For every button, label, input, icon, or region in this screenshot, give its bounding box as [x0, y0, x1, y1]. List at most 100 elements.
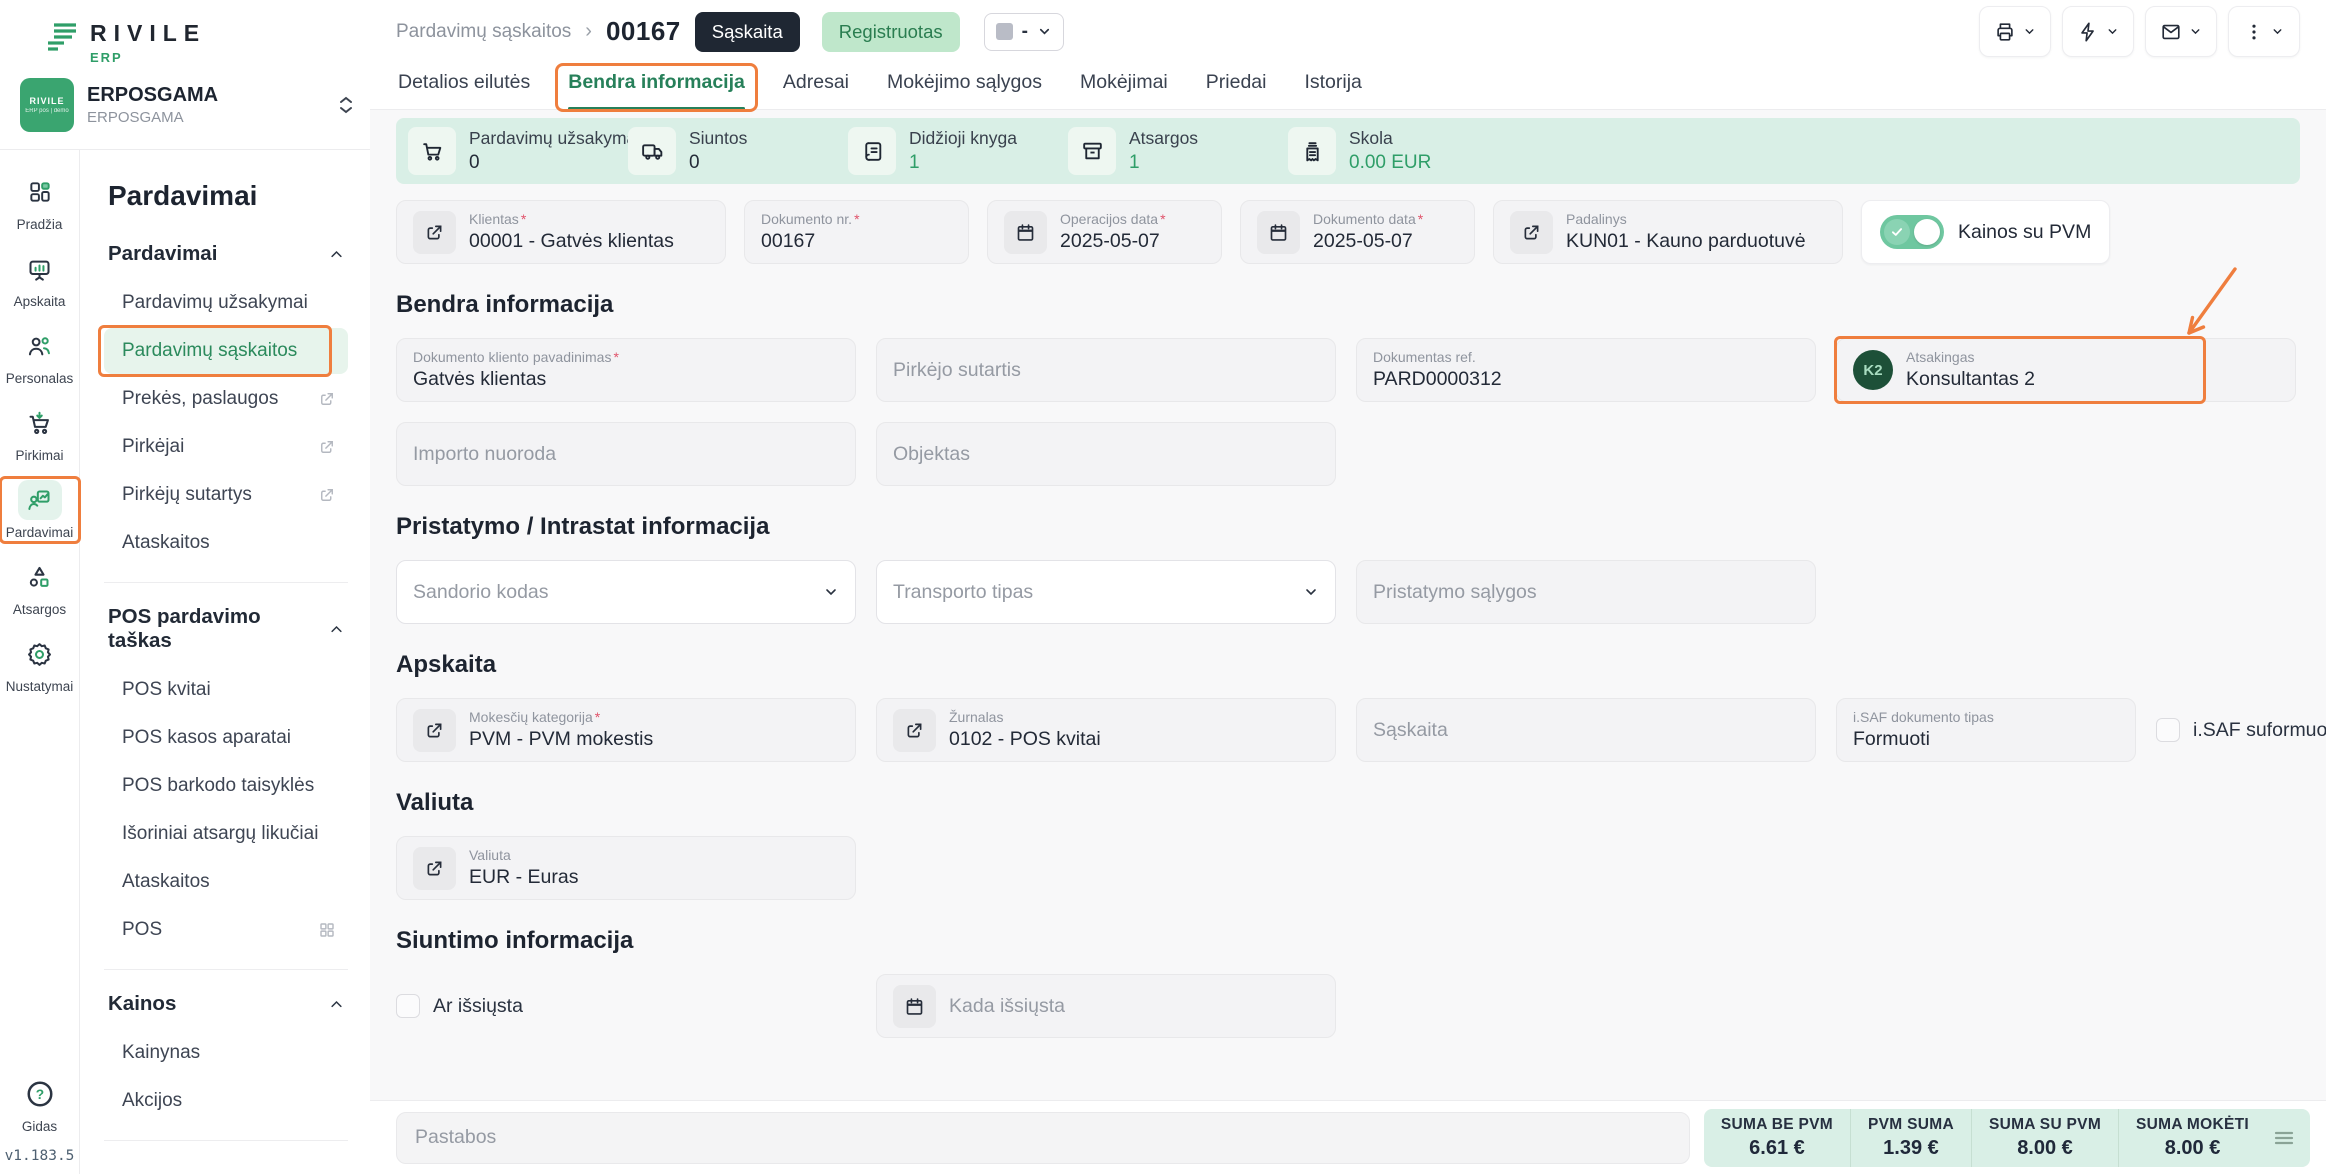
- transporto-tipas-select[interactable]: Transporto tipas: [876, 560, 1336, 624]
- stat-shipments[interactable]: Siuntos0: [628, 127, 848, 175]
- sidebar-item[interactable]: Pirkėjų sutartys: [104, 472, 348, 518]
- klientas-field[interactable]: Klientas*00001 - Gatvės klientas: [396, 200, 726, 264]
- chevron-down-icon: [2106, 25, 2119, 38]
- actions-button[interactable]: [2062, 6, 2134, 57]
- quick-fields-row: Klientas*00001 - Gatvės klientas Dokumen…: [396, 200, 2300, 264]
- group-divider: [104, 1140, 348, 1141]
- people-icon: [18, 326, 62, 366]
- sidebar-group-header[interactable]: POS pardavimo taškas: [108, 605, 344, 653]
- brand-product: ERP: [90, 50, 206, 65]
- sidebar-item[interactable]: Akcijos: [104, 1078, 348, 1124]
- objektas-field[interactable]: Objektas: [876, 422, 1336, 486]
- sidebar-item[interactable]: Pirkėjai: [104, 424, 348, 470]
- sidebar-group: Kainos Kainynas: [104, 992, 348, 1141]
- saskaita-field[interactable]: Sąskaita: [1356, 698, 1816, 762]
- sidebar-item[interactable]: Išoriniai atsargų likučiai: [104, 811, 348, 857]
- mokesciu-kategorija-field[interactable]: Mokesčių kategorija*PVM - PVM mokestis: [396, 698, 856, 762]
- stat-inventory[interactable]: Atsargos1: [1068, 127, 1288, 175]
- chevron-updown-icon: [338, 95, 354, 115]
- zurnalas-field[interactable]: Žurnalas0102 - POS kvitai: [876, 698, 1336, 762]
- send-email-button[interactable]: [2145, 6, 2217, 57]
- rail-item-nustatymai[interactable]: Nustatymai: [4, 634, 76, 694]
- tag-select[interactable]: -: [984, 13, 1064, 51]
- valiuta-field[interactable]: ValiutaEUR - Euras: [396, 836, 856, 900]
- rail-item-atsargos[interactable]: Atsargos: [4, 557, 76, 617]
- operacijos-data-field[interactable]: Operacijos data*2025-05-07: [987, 200, 1222, 264]
- toolbar: [1979, 6, 2300, 57]
- dokumento-nr-field[interactable]: Dokumento nr.*00167: [744, 200, 969, 264]
- tab[interactable]: Adresai: [783, 63, 849, 109]
- workspace-selector[interactable]: RIVILE ERP pos | demo ERPOSGAMA ERPOSGAM…: [20, 78, 354, 132]
- sidebar-item[interactable]: POS: [104, 907, 348, 953]
- kebab-icon: [2244, 22, 2264, 42]
- ar-issiusta-checkbox[interactable]: Ar išsiųsta: [396, 994, 856, 1018]
- sidebar-item[interactable]: Ataskaitos: [104, 520, 348, 566]
- sidebar-item[interactable]: Pardavimų užsakymai: [104, 280, 348, 326]
- isaf-suformuotas-checkbox[interactable]: i.SAF suformuotas: [2156, 718, 2326, 742]
- totals-menu-icon[interactable]: [2266, 1109, 2302, 1167]
- rail-item-apskaita[interactable]: Apskaita: [4, 249, 76, 309]
- rail-item-personalas[interactable]: Personalas: [4, 326, 76, 386]
- gear-icon: [18, 634, 62, 674]
- tab[interactable]: Detalios eilutės: [398, 63, 530, 109]
- kada-issiusta-field[interactable]: Kada išsiųsta: [876, 974, 1336, 1038]
- dokumento-data-field[interactable]: Dokumento data*2025-05-07: [1240, 200, 1475, 264]
- chevron-up-icon: [329, 622, 344, 637]
- board-chart-icon: [18, 249, 62, 289]
- stat-general-ledger[interactable]: Didžioji knyga1: [848, 127, 1068, 175]
- sidebar-groups: Pardavimai Pardavimų užsakymai: [104, 242, 348, 1141]
- rail-item-pirkimai[interactable]: Pirkimai: [4, 403, 76, 463]
- pristatymo-salygos-field[interactable]: Pristatymo sąlygos: [1356, 560, 1816, 624]
- external-link-icon: [413, 709, 456, 752]
- tab[interactable]: Priedai: [1206, 63, 1267, 109]
- document-type-badge: Sąskaita: [695, 12, 800, 52]
- section-pristatymo: Pristatymo / Intrastat informacija Sando…: [396, 513, 2300, 624]
- kainos-su-pvm-toggle[interactable]: Kainos su PVM: [1861, 200, 2110, 264]
- total-cell: SUMA BE PVM 6.61 €: [1704, 1109, 1851, 1167]
- dokumentas-ref-field[interactable]: Dokumentas ref.PARD0000312: [1356, 338, 1816, 402]
- rail-item-pardavimai[interactable]: Pardavimai: [4, 480, 76, 540]
- main-area: Pardavimų sąskaitos › 00167 Sąskaita Reg…: [370, 0, 2326, 1174]
- apps-grid-icon: [318, 921, 336, 939]
- breadcrumb[interactable]: Pardavimų sąskaitos: [396, 21, 571, 43]
- sidebar-item[interactable]: POS barkodo taisyklės: [104, 763, 348, 809]
- tab[interactable]: Bendra informacija: [568, 63, 745, 109]
- isaf-dokumento-tipas-field[interactable]: i.SAF dokumento tipasFormuoti: [1836, 698, 2136, 762]
- sidebar-item[interactable]: Pardavimų sąskaitos: [104, 328, 348, 374]
- sidebar-group-header[interactable]: Pardavimai: [108, 242, 344, 266]
- tab[interactable]: Mokėjimai: [1080, 63, 1168, 109]
- group-divider: [104, 582, 348, 583]
- brand-area: RIVILE ERP RIVILE ERP pos | demo ERPOSGA…: [0, 0, 370, 150]
- tab[interactable]: Mokėjimo sąlygos: [887, 63, 1042, 109]
- guide-button[interactable]: ? Gidas: [4, 1074, 76, 1134]
- section-valiuta: Valiuta ValiutaEUR - Euras: [396, 789, 2300, 900]
- stat-sales-orders[interactable]: Pardavimų užsakymai0: [408, 127, 628, 175]
- tab[interactable]: Istorija: [1304, 63, 1361, 109]
- rail-item-pradzia[interactable]: Pradžia: [4, 172, 76, 232]
- sidebar-group-header[interactable]: Kainos: [108, 992, 344, 1016]
- atsakingas-field[interactable]: K2 AtsakingasKonsultantas 2: [1836, 338, 2296, 402]
- app-version: v1.183.5: [5, 1148, 75, 1164]
- more-actions-button[interactable]: [2228, 6, 2300, 57]
- external-link-icon: [318, 438, 336, 456]
- external-link-icon: [413, 211, 456, 254]
- dokumento-kliento-pavadinimas-field[interactable]: Dokumento kliento pavadinimas*Gatvės kli…: [396, 338, 856, 402]
- brand-name: RIVILE: [90, 20, 206, 47]
- sandorio-kodas-select[interactable]: Sandorio kodas: [396, 560, 856, 624]
- importo-nuoroda-field[interactable]: Importo nuoroda: [396, 422, 856, 486]
- sidebar-item[interactable]: POS kvitai: [104, 667, 348, 713]
- left-panel: RIVILE ERP RIVILE ERP pos | demo ERPOSGA…: [0, 0, 370, 1174]
- calendar-icon: [1004, 211, 1047, 254]
- sidebar-item[interactable]: Prekės, paslaugos: [104, 376, 348, 422]
- pastabos-input[interactable]: Pastabos: [396, 1112, 1690, 1164]
- pirkejo-sutartis-field[interactable]: Pirkėjo sutartis: [876, 338, 1336, 402]
- sidebar-item[interactable]: Kainynas: [104, 1030, 348, 1076]
- stat-debt[interactable]: Skola0.00 EUR: [1288, 127, 1508, 175]
- sidebar-item[interactable]: Ataskaitos: [104, 859, 348, 905]
- print-button[interactable]: [1979, 6, 2051, 57]
- sidebar-item[interactable]: POS kasos aparatai: [104, 715, 348, 761]
- chevron-down-icon: [823, 584, 839, 600]
- sidebar-title: Pardavimai: [108, 180, 344, 212]
- mail-icon: [2160, 21, 2182, 43]
- padalinys-field[interactable]: PadalinysKUN01 - Kauno parduotuvė: [1493, 200, 1843, 264]
